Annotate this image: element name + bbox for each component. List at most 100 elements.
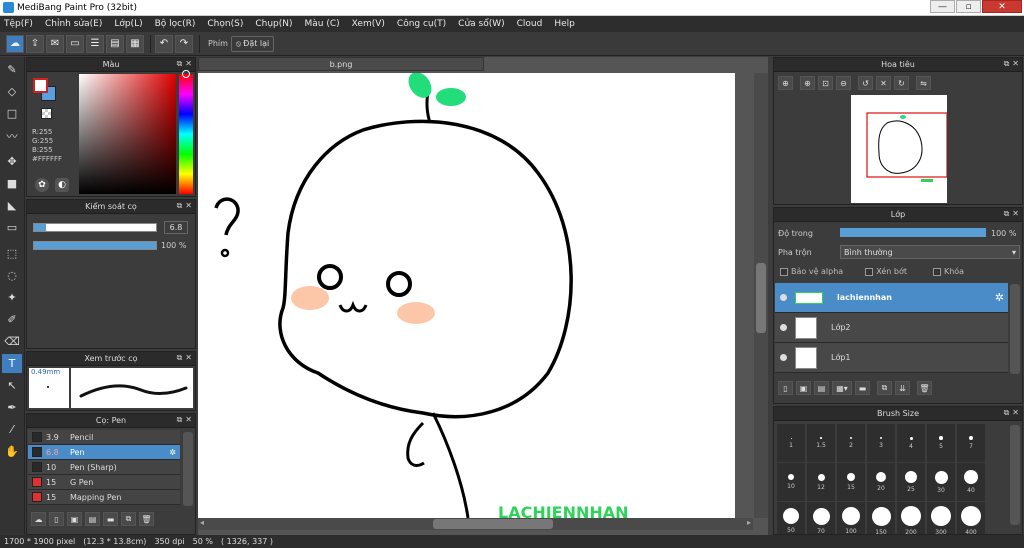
eyedrop-color-icon[interactable]: ◐ [55,178,69,192]
reset-button[interactable]: ⦸ Đặt lại [230,35,275,52]
menu-file[interactable]: Tệp(F) [4,19,33,29]
menu-select[interactable]: Chọn(S) [207,19,243,29]
add-layer-menu-icon[interactable]: ▦▾ [832,381,852,395]
folder-icon[interactable]: ▬ [103,512,118,526]
palette-icon[interactable]: ✿ [35,178,49,192]
menu-snap[interactable]: Chụp(N) [255,19,292,29]
close-icon[interactable]: ✕ [185,353,192,363]
minimize-button[interactable]: — [930,0,955,13]
brush-size-option[interactable]: 150 [867,502,895,534]
brush-item-mapping-pen[interactable]: 15 Mapping Pen [28,490,180,505]
bucket-tool-icon[interactable]: ◣ [2,196,22,215]
menu-layer[interactable]: Lớp(L) [114,19,142,29]
list-icon[interactable]: ▤ [106,34,124,53]
zoom-in-alt-icon[interactable]: ⊕ [800,76,815,90]
cloud-icon[interactable]: ☁ [6,34,24,53]
scroll-thumb[interactable] [433,519,553,529]
brush-size-value[interactable]: 6.8 [164,221,188,234]
hue-slider[interactable] [179,74,193,194]
canvas-vertical-scrollbar[interactable] [754,73,768,518]
gear-icon[interactable]: ✲ [995,291,1004,304]
close-icon[interactable]: ✕ [185,201,192,211]
close-button[interactable]: ✕ [982,0,1022,13]
brush-size-option[interactable]: 300 [927,502,955,534]
saturation-value-field[interactable] [79,74,176,194]
transparent-swatch[interactable] [41,108,52,119]
close-icon[interactable]: ✕ [1012,59,1019,69]
chat-icon[interactable]: ▭ [66,34,84,53]
blend-mode-select[interactable]: Bình thường ▾ [840,245,1020,259]
protect-alpha-checkbox[interactable]: Bảo vệ alpha [780,267,843,276]
close-icon[interactable]: ✕ [185,415,192,425]
document-tab[interactable]: b.png [198,57,484,71]
menu-window[interactable]: Cửa sổ(W) [458,19,504,29]
duplicate-layer-icon[interactable]: ⧉ [877,381,892,395]
menu-help[interactable]: Help [554,19,575,29]
foreground-swatch[interactable] [33,78,48,93]
float-icon[interactable]: ⧉ [177,201,183,211]
brush-size-option[interactable]: 1.5 [807,424,835,462]
brush-size-option[interactable]: 5 [927,424,955,462]
maximize-button[interactable]: ▫ [956,0,981,13]
select-eraser-icon[interactable]: ⌫ [2,332,22,351]
brush-item-pencil[interactable]: 3.9 Pencil [28,430,180,445]
comment-icon[interactable]: ✉ [46,34,64,53]
menu-filter[interactable]: Bộ lọc(R) [155,19,196,29]
visibility-icon[interactable] [780,324,787,331]
close-icon[interactable]: ✕ [1012,209,1019,219]
duplicate-icon[interactable]: ⧉ [121,512,136,526]
lock-checkbox[interactable]: Khóa [932,267,964,276]
float-icon[interactable]: ⧉ [177,59,183,69]
share-icon[interactable]: ⇪ [26,34,44,53]
eyedropper-icon[interactable]: ⁄ [2,420,22,439]
float-icon[interactable]: ⧉ [177,415,183,425]
delete-layer-icon[interactable]: 🗑 [917,381,932,395]
brush-item-pen-sharp[interactable]: 10 Pen (Sharp) [28,460,180,475]
gradient-tool-icon[interactable]: ▭ [2,218,22,237]
rotate-left-icon[interactable]: ↺ [858,76,873,90]
zoom-out-icon[interactable]: ⊖ [836,76,851,90]
brush-size-option[interactable]: 30 [927,463,955,501]
float-icon[interactable]: ⧉ [1004,408,1010,418]
fit-screen-icon[interactable]: ✕ [876,76,891,90]
layer-list-scrollbar[interactable] [1010,284,1020,374]
hand-tool-icon[interactable]: ✋ [2,442,22,461]
scroll-thumb[interactable] [756,263,766,333]
brush-settings-icon[interactable]: ▤ [85,512,100,526]
brush-size-option[interactable]: 400 [957,502,985,534]
brush-size-option[interactable]: 2 [837,424,865,462]
brush-size-option[interactable]: 4 [897,424,925,462]
brush-size-option[interactable]: 200 [897,502,925,534]
close-icon[interactable]: ✕ [185,59,192,69]
merge-layer-icon[interactable]: ⇊ [895,381,910,395]
brush-opacity-slider[interactable] [33,241,157,250]
brush-tool-icon[interactable]: ✎ [2,60,22,79]
brush-size-option[interactable]: 3 [867,424,895,462]
cloud-brush-icon[interactable]: ☁ [31,512,46,526]
brush-item-pen[interactable]: 6.8 Pen ✲ [28,445,180,460]
layer-row-lachiennhan[interactable]: lachiennhan ✲ [775,283,1008,313]
lasso-tool-icon[interactable]: ◌ [2,266,22,285]
brush-list-scrollbar[interactable] [183,432,193,506]
new-brush-icon[interactable]: ▯ [49,512,64,526]
float-icon[interactable]: ⧉ [1004,209,1010,219]
scroll-left-icon[interactable]: ◂ [200,518,204,527]
folder-icon[interactable]: ▬ [855,381,870,395]
undo-icon[interactable]: ↶ [155,34,173,53]
menu-edit[interactable]: Chỉnh sửa(E) [45,19,102,29]
brush-size-option[interactable]: 15 [837,463,865,501]
brush-size-option[interactable]: 40 [957,463,985,501]
rotate-right-icon[interactable]: ↻ [894,76,909,90]
select-tool-icon[interactable]: ⬚ [2,244,22,263]
brush-size-scrollbar[interactable] [1010,425,1020,525]
flip-icon[interactable]: ⇋ [916,76,931,90]
layer-opacity-slider[interactable] [840,228,986,237]
new-1bit-layer-icon[interactable]: ▤ [814,381,829,395]
operation-tool-icon[interactable]: ↖ [2,376,22,395]
correction-tool-icon[interactable]: 〰 [2,126,22,145]
canvas-horizontal-scrollbar[interactable]: ◂ ▸ [198,518,753,530]
zoom-fit-icon[interactable]: ⊡ [818,76,833,90]
color-picker-handle[interactable] [182,70,190,78]
brush-size-option[interactable]: 10 [777,463,805,501]
dot-tool-icon[interactable]: □ [2,104,22,123]
